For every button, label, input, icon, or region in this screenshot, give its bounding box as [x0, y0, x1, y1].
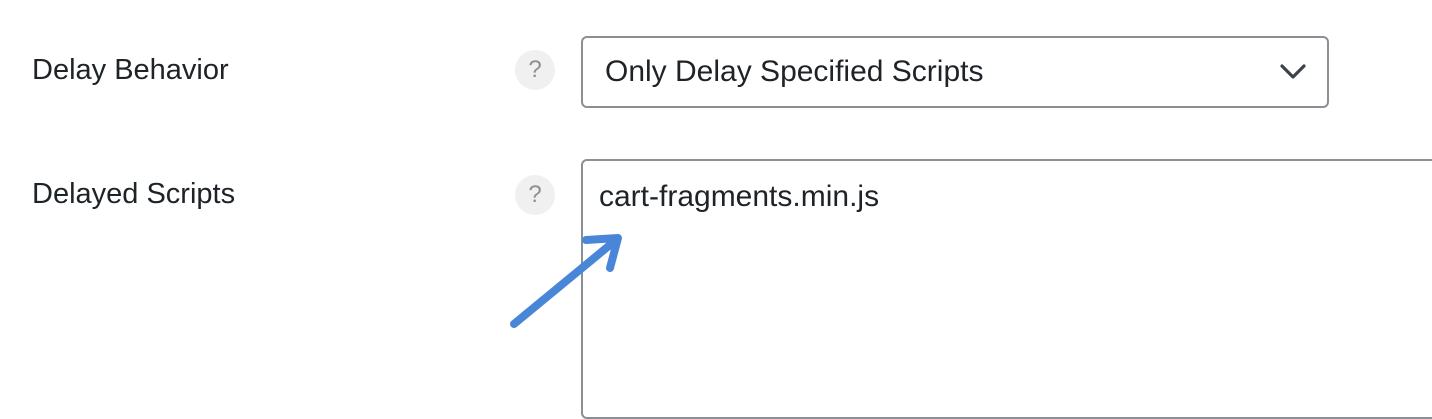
arrow-annotation-icon — [510, 234, 622, 328]
delay-behavior-help-icon[interactable]: ? — [515, 50, 555, 90]
delayed-scripts-value: cart-fragments.min.js — [599, 180, 880, 213]
delay-behavior-select[interactable]: Only Delay Specified Scripts — [581, 36, 1329, 108]
delay-behavior-label: Delay Behavior — [32, 54, 229, 86]
delayed-scripts-textarea[interactable]: cart-fragments.min.js — [581, 159, 1432, 419]
chevron-down-icon — [1280, 64, 1306, 79]
delay-behavior-selected-value: Only Delay Specified Scripts — [605, 55, 984, 88]
delayed-scripts-help-icon[interactable]: ? — [515, 175, 555, 215]
delayed-scripts-label: Delayed Scripts — [32, 178, 236, 210]
